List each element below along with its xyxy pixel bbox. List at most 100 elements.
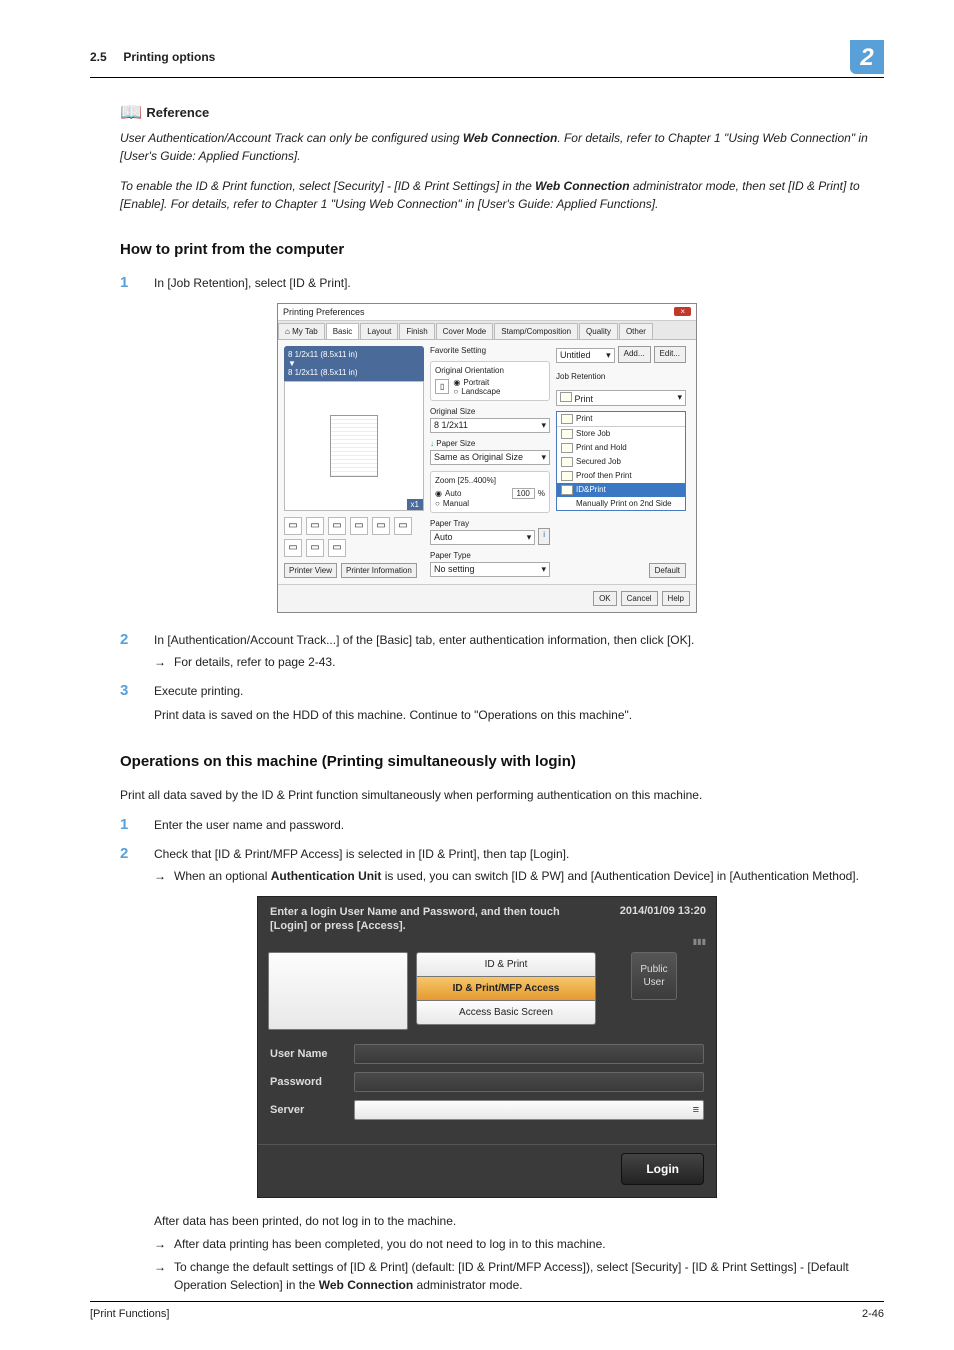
- toolbar-icon[interactable]: ▭: [284, 517, 302, 535]
- arrow-icon: →: [154, 1235, 166, 1254]
- section-b-title: Operations on this machine (Printing sim…: [120, 753, 884, 770]
- password-label: Password: [270, 1076, 342, 1088]
- paper-type-label: Paper Type: [430, 551, 550, 560]
- landscape-radio[interactable]: ○Landscape: [453, 387, 500, 396]
- help-button[interactable]: Help: [662, 591, 690, 606]
- paper-tray-label: Paper Tray: [430, 519, 550, 528]
- radio-on-icon: ◉: [435, 489, 442, 498]
- dd-item-print[interactable]: Print: [557, 412, 685, 427]
- info-button[interactable]: i: [538, 528, 550, 545]
- zoom-group: Zoom [25..400%] ◉Auto 100 % ○Manual: [430, 471, 550, 513]
- step-1-body: In [Job Retention], select [ID & Print].: [154, 274, 884, 293]
- copies-indicator: x1: [407, 499, 423, 510]
- dd-item-manual[interactable]: Manually Print on 2nd Side: [557, 497, 685, 510]
- add-button[interactable]: Add...: [618, 346, 651, 363]
- job-retention-select[interactable]: Print▾: [556, 390, 686, 406]
- step-b1-number: 1: [120, 816, 136, 835]
- printer-info-button[interactable]: Printer Information: [341, 563, 417, 578]
- public-user-button[interactable]: Public User: [631, 952, 676, 1000]
- ref2-bold: Web Connection: [535, 179, 629, 193]
- zoom-value[interactable]: 100: [512, 488, 535, 499]
- chapter-badge: 2: [850, 40, 884, 74]
- tab-covermode[interactable]: Cover Mode: [436, 323, 494, 339]
- tab-basic[interactable]: Basic: [326, 323, 360, 339]
- tab-mytab[interactable]: ⌂ My Tab: [278, 323, 325, 339]
- dd-item-idprint[interactable]: ID&Print: [557, 483, 685, 497]
- toolbar-icon[interactable]: ▭: [350, 517, 368, 535]
- dd-label: Proof then Print: [576, 471, 632, 480]
- toolbar-icon[interactable]: ▭: [394, 517, 412, 535]
- tab-finish[interactable]: Finish: [399, 323, 434, 339]
- step-b1-body: Enter the user name and password.: [154, 816, 884, 835]
- caret-icon: ▾: [677, 392, 682, 403]
- idprint-mfp-tab[interactable]: ID & Print/MFP Access: [416, 976, 596, 1001]
- step-2-sub: For details, refer to page 2-43.: [174, 653, 335, 672]
- paper-tray-select[interactable]: Auto▾: [430, 530, 535, 545]
- arrow-icon: →: [154, 653, 166, 672]
- close-icon[interactable]: ×: [674, 307, 691, 316]
- default-button[interactable]: Default: [649, 563, 686, 578]
- printer-icon: [560, 392, 572, 402]
- original-size-select[interactable]: 8 1/2x11▾: [430, 418, 550, 433]
- tab-other[interactable]: Other: [619, 323, 653, 339]
- dd-item-secured[interactable]: Secured Job: [557, 455, 685, 469]
- login-panel: Enter a login User Name and Password, an…: [257, 896, 717, 1199]
- login-button[interactable]: Login: [621, 1153, 704, 1185]
- step-number-3: 3: [120, 682, 136, 725]
- header-title: Printing options: [123, 50, 215, 64]
- orientation-title: Original Orientation: [435, 366, 545, 375]
- reference-label: Reference: [146, 105, 209, 120]
- access-basic-tab[interactable]: Access Basic Screen: [416, 1001, 596, 1025]
- idprint-tab[interactable]: ID & Print: [416, 952, 596, 976]
- cancel-button[interactable]: Cancel: [621, 591, 658, 606]
- server-select[interactable]: ≡: [354, 1100, 704, 1120]
- toolbar-icon[interactable]: ▭: [306, 517, 324, 535]
- ok-button[interactable]: OK: [593, 591, 617, 606]
- paper-type-value: No setting: [434, 564, 475, 574]
- ref1-bold: Web Connection: [463, 131, 557, 145]
- printer-view-button[interactable]: Printer View: [284, 563, 337, 578]
- paper-size-select[interactable]: Same as Original Size▾: [430, 450, 550, 465]
- proof-icon: [561, 471, 573, 481]
- step-3-line1: Execute printing.: [154, 682, 884, 701]
- after-sub2-bold: Web Connection: [319, 1278, 413, 1292]
- radio-off-icon: ○: [453, 387, 458, 396]
- paper-type-select[interactable]: No setting▾: [430, 562, 550, 577]
- zoom-pct: %: [538, 489, 545, 498]
- portrait-radio[interactable]: ◉Portrait: [453, 378, 500, 387]
- preview-dims-2: 8 1/2x11 (8.5x11 in): [288, 368, 420, 377]
- footer-right: 2-46: [862, 1308, 884, 1320]
- server-label: Server: [270, 1104, 342, 1116]
- pw-tabs: ⌂ My Tab Basic Layout Finish Cover Mode …: [278, 321, 696, 340]
- favorite-select[interactable]: Untitled▾: [556, 348, 615, 363]
- tab-stamp[interactable]: Stamp/Composition: [494, 323, 578, 339]
- step-b2-number: 2: [120, 845, 136, 886]
- username-label: User Name: [270, 1048, 342, 1060]
- b2-sub-b: is used, you can switch [ID & PW] and [A…: [381, 869, 859, 883]
- id-icon: [561, 485, 573, 495]
- toolbar-icon[interactable]: ▭: [328, 539, 346, 557]
- dd-item-printhold[interactable]: Print and Hold: [557, 441, 685, 455]
- home-icon: ⌂: [285, 327, 290, 336]
- zoom-auto-radio[interactable]: ◉Auto 100 %: [435, 488, 545, 499]
- orientation-icon: ▯: [435, 379, 449, 394]
- dd-label: ID&Print: [576, 485, 606, 494]
- password-input[interactable]: [354, 1072, 704, 1092]
- toolbar-icon[interactable]: ▭: [372, 517, 390, 535]
- username-input[interactable]: [354, 1044, 704, 1064]
- list-icon: ≡: [693, 1104, 699, 1116]
- toolbar-icon[interactable]: ▭: [306, 539, 324, 557]
- after-sub2-b: administrator mode.: [413, 1278, 522, 1292]
- favorite-label: Favorite Setting: [430, 346, 550, 355]
- tab-quality[interactable]: Quality: [579, 323, 618, 339]
- edit-button[interactable]: Edit...: [654, 346, 686, 363]
- login-instruction: Enter a login User Name and Password, an…: [270, 905, 570, 934]
- tab-mytab-label: My Tab: [292, 327, 318, 336]
- tab-layout[interactable]: Layout: [360, 323, 398, 339]
- toolbar-icon[interactable]: ▭: [284, 539, 302, 557]
- zoom-manual-radio[interactable]: ○Manual: [435, 499, 545, 508]
- dd-item-proof[interactable]: Proof then Print: [557, 469, 685, 483]
- arrow-icon: →: [154, 867, 166, 886]
- dd-item-store[interactable]: Store Job: [557, 427, 685, 441]
- toolbar-icon[interactable]: ▭: [328, 517, 346, 535]
